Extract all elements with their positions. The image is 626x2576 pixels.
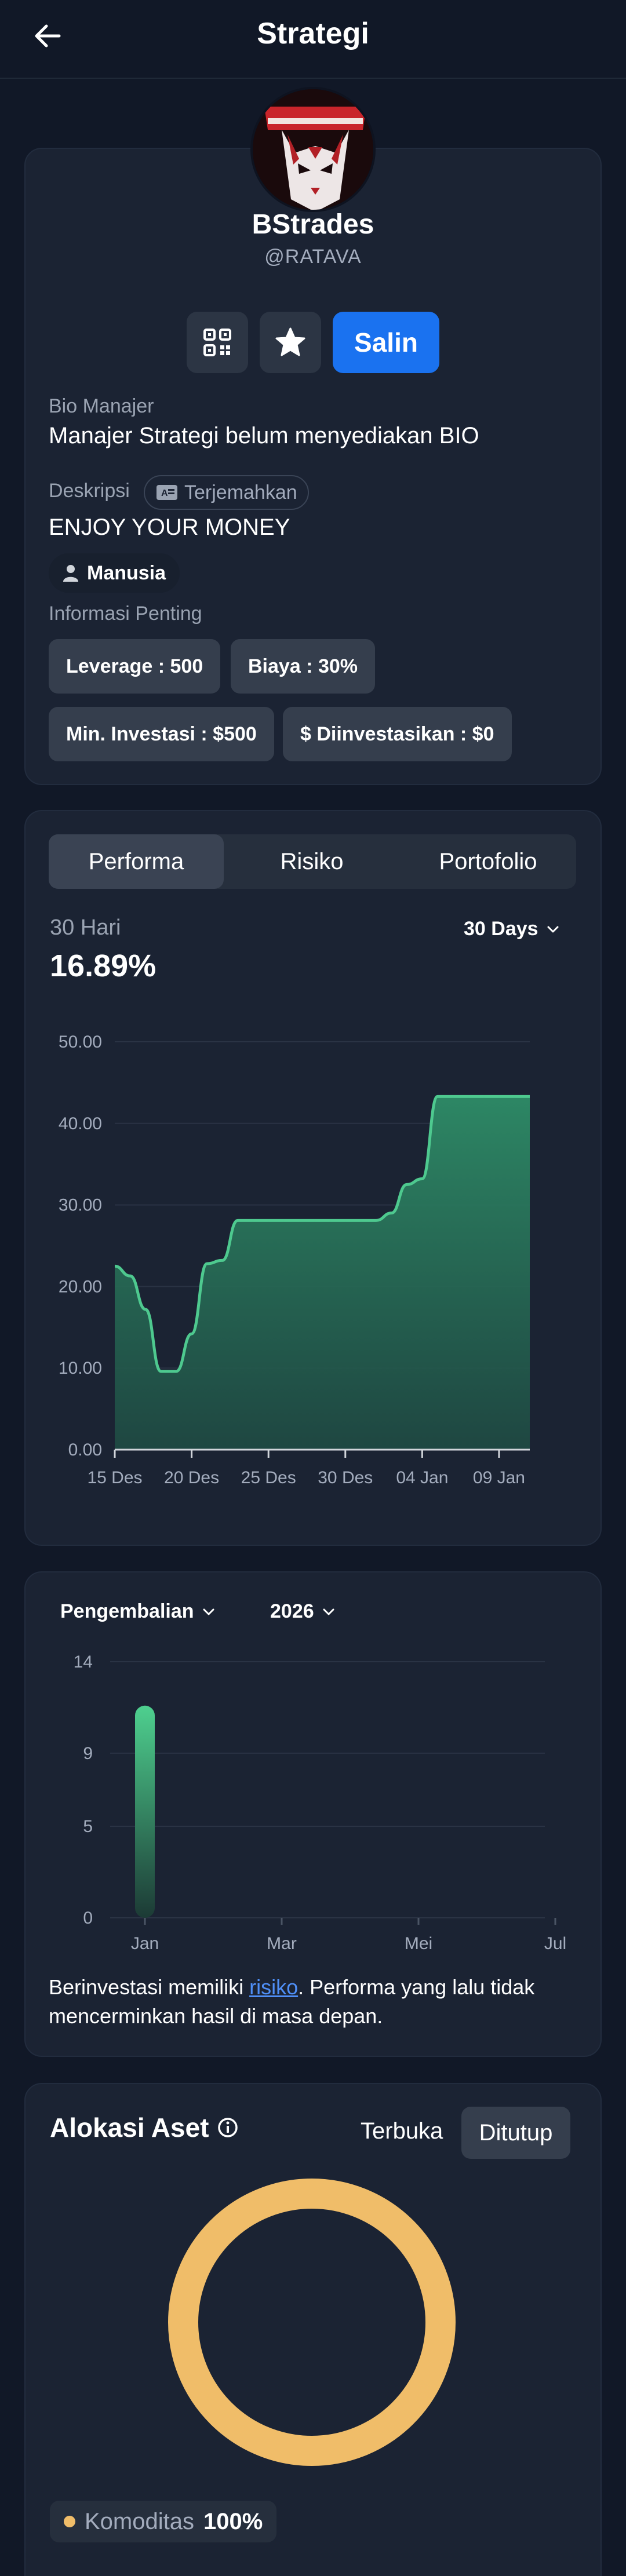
allocation-title-text: Alokasi Aset (50, 2112, 209, 2143)
page-title: Strategi (257, 17, 369, 50)
period-label: 30 Hari (50, 915, 121, 940)
chevron-down-icon (547, 926, 559, 932)
svg-text:A: A (161, 488, 168, 498)
risk-link[interactable]: risiko (249, 1975, 298, 1999)
info-icon[interactable] (217, 2117, 239, 2139)
manager-type-label: Manusia (87, 561, 166, 584)
disclaimer-text-start: Berinvestasi memiliki (49, 1975, 250, 1999)
favorite-button[interactable] (260, 312, 321, 373)
tab-risiko[interactable]: Risiko (224, 834, 400, 889)
year-select-label: 2026 (270, 1600, 314, 1622)
risk-disclaimer: Berinvestasi memiliki risiko. Performa y… (49, 1973, 570, 2031)
legend-item: Komoditas 100% (50, 2501, 277, 2542)
important-info-label: Informasi Penting (49, 603, 202, 625)
performance-tabs: Performa Risiko Portofolio (49, 834, 576, 889)
legend-dot (64, 2516, 75, 2527)
toggle-closed-button[interactable]: Ditutup (461, 2107, 570, 2159)
avatar (250, 87, 376, 212)
metric-select[interactable]: Pengembalian (60, 1600, 215, 1623)
fox-mask-avatar-icon (253, 89, 373, 210)
chevron-down-icon (323, 1608, 334, 1615)
fee-badge: Biaya : 30% (231, 639, 375, 694)
range-select-label: 30 Days (464, 918, 538, 940)
metric-select-label: Pengembalian (60, 1600, 194, 1622)
copy-strategy-button[interactable]: Salin (333, 312, 439, 373)
description-text: ENJOY YOUR MONEY (49, 515, 290, 540)
bio-label: Bio Manajer (49, 395, 154, 417)
toggle-open-button[interactable]: Terbuka (361, 2118, 443, 2144)
legend-name: Komoditas (85, 2508, 194, 2534)
legend-percent: 100% (203, 2508, 263, 2534)
allocation-title: Alokasi Aset (50, 2112, 239, 2143)
manager-handle: @RATAVA (264, 246, 362, 268)
tab-portofolio[interactable]: Portofolio (400, 834, 576, 889)
translate-button[interactable]: A Terjemahkan (144, 475, 309, 510)
tab-performa[interactable]: Performa (49, 834, 224, 889)
period-return-value: 16.89% (50, 948, 156, 983)
invested-badge: $ Diinvestasikan : $0 (283, 707, 512, 761)
translate-label: Terjemahkan (184, 481, 297, 503)
description-label: Deskripsi (49, 480, 130, 502)
qr-code-icon (203, 329, 231, 356)
manager-name: BStrades (252, 209, 374, 240)
person-icon (63, 565, 78, 582)
leverage-badge: Leverage : 500 (49, 639, 221, 694)
min-investment-badge: Min. Investasi : $500 (49, 707, 274, 761)
year-select[interactable]: 2026 (270, 1600, 335, 1623)
star-icon (275, 327, 305, 356)
bio-text: Manajer Strategi belum menyediakan BIO (49, 423, 479, 448)
translate-icon: A (156, 485, 177, 500)
chevron-down-icon (203, 1608, 214, 1615)
range-select[interactable]: 30 Days (464, 918, 559, 940)
manager-type-badge: Manusia (49, 553, 180, 593)
qr-code-button[interactable] (187, 312, 248, 373)
top-bar: Strategi (0, 0, 626, 79)
